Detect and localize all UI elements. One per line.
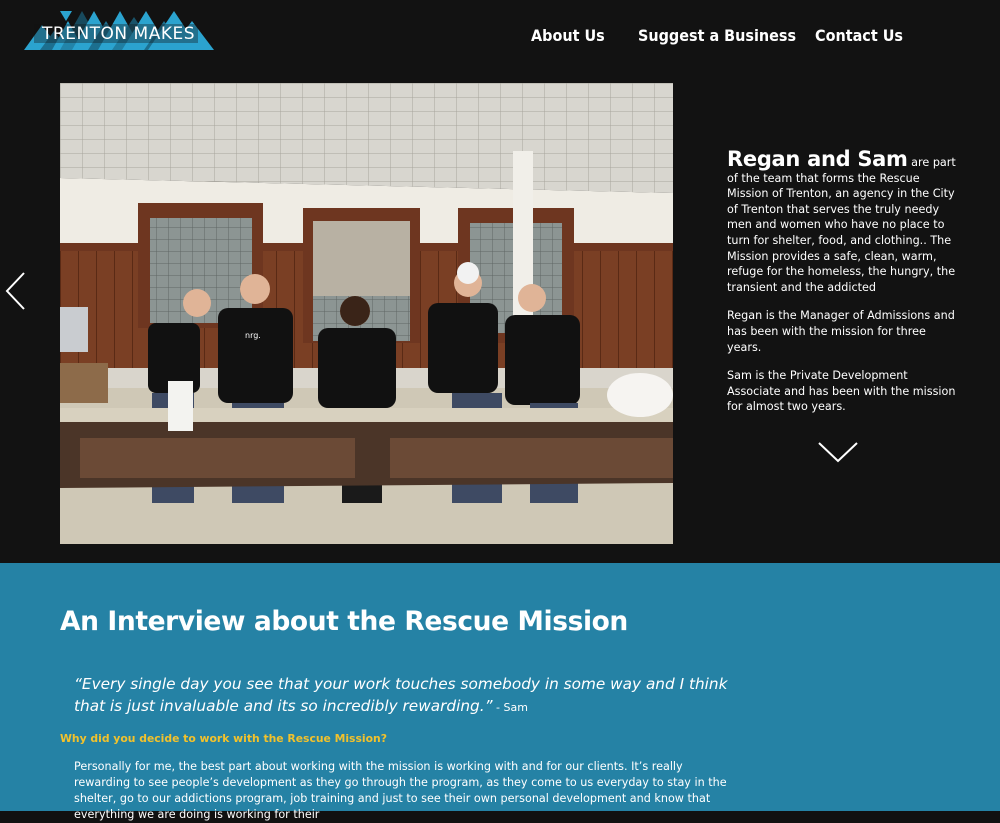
feature-paragraph-3: Sam is the Private Development Associate… xyxy=(727,369,956,414)
nav-suggest-a-business[interactable]: Suggest a Business xyxy=(638,26,796,45)
feature-names: Regan and Sam xyxy=(727,147,908,171)
interview-answer: Personally for me, the best part about w… xyxy=(74,760,727,821)
shirt-logo: nrg. xyxy=(245,331,261,340)
feature-intro: are part of the team that forms the Resc… xyxy=(727,156,956,294)
quote-text: “Every single day you see that your work… xyxy=(74,675,728,715)
scroll-down-chevron-icon[interactable] xyxy=(817,440,859,464)
interview-question: Why did you decide to work with the Resc… xyxy=(60,732,387,745)
hero-section: TRENTON MAKES About Us Suggest a Busines… xyxy=(0,0,1000,563)
featured-photo: nrg. xyxy=(60,83,673,544)
pull-quote: “Every single day you see that your work… xyxy=(74,673,754,719)
interview-section: An Interview about the Rescue Mission “E… xyxy=(0,563,1000,821)
nav-about-us[interactable]: About Us xyxy=(531,26,605,45)
site-logo[interactable]: TRENTON MAKES xyxy=(24,11,216,51)
interview-heading: An Interview about the Rescue Mission xyxy=(60,606,628,637)
feature-paragraph-2: Regan is the Manager of Admissions and h… xyxy=(727,309,955,354)
previous-slide-arrow-icon[interactable] xyxy=(4,271,28,311)
volunteers-photo-illustration: nrg. xyxy=(60,83,673,544)
quote-author: - Sam xyxy=(492,701,528,714)
nav-contact-us[interactable]: Contact Us xyxy=(815,26,903,45)
feature-caption: Regan and Sam are part of the team that … xyxy=(727,149,959,428)
logo-text: TRENTON MAKES xyxy=(42,24,196,44)
